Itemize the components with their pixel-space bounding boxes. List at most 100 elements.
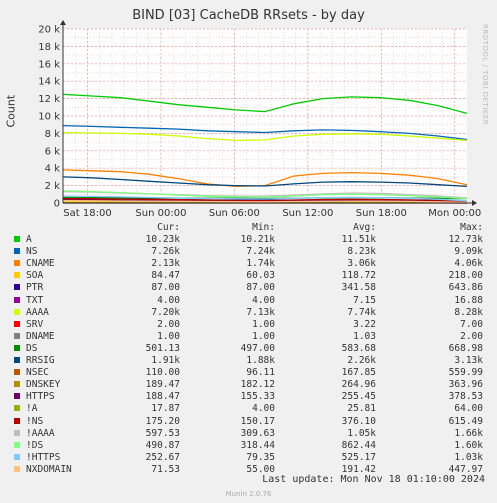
legend-row: !HTTPS 252.67 79.35 525.17 1.03k [0, 452, 497, 463]
legend-min-value: 155.33 [240, 391, 275, 403]
legend-min-value: 1.00 [252, 318, 275, 330]
legend-cur-value: 10.23k [145, 234, 180, 245]
legend-cur-value: 71.53 [151, 463, 180, 475]
legend-min-value: 1.74k [246, 258, 275, 270]
legend-cur-value: 501.13 [145, 342, 180, 354]
legend-swatch [14, 272, 20, 279]
legend-cur-value: 597.53 [145, 427, 180, 439]
legend-avg-value: 264.96 [341, 379, 376, 391]
legend-avg-value: 3.22 [353, 318, 376, 330]
y-tick-label: 6 k [45, 146, 61, 157]
legend-swatch [14, 260, 20, 267]
legend-cur-value: 87.00 [151, 282, 180, 294]
legend-series-name: TXT [26, 294, 44, 306]
y-tick-label: 8 k [45, 129, 61, 140]
legend-row: A 10.23k 10.21k 11.51k 12.73k [0, 234, 497, 245]
legend-min-value: 4.00 [252, 403, 275, 415]
legend-max-value: 668.98 [448, 342, 483, 354]
legend-avg-value: 11.51k [341, 234, 376, 245]
y-tick-label: 2 k [45, 181, 61, 192]
legend-min-value: 1.00 [252, 330, 275, 342]
legend-max-value: 4.06k [454, 258, 483, 270]
legend-swatch [14, 344, 20, 351]
legend-cur-value: 2.00 [157, 318, 180, 330]
legend-row: DS 501.13 497.00 583.68 668.98 [0, 343, 497, 354]
legend-max-value: 2.00 [460, 330, 483, 342]
y-axis-arrow [60, 20, 66, 25]
legend-avg-value: 118.72 [341, 270, 376, 282]
legend-min-value: 10.21k [240, 234, 275, 245]
legend-max-value: 559.99 [448, 367, 483, 379]
legend-avg-value: 8.23k [347, 246, 376, 258]
legend-series-name: DNSKEY [26, 379, 61, 391]
legend-avg-value: 583.68 [341, 342, 376, 354]
legend-avg-value: 7.74k [347, 306, 376, 318]
legend-min-value: 87.00 [246, 282, 275, 294]
plot-area: 0 2 k 4 k 6 k 8 k 10 k 12 k 14 k 16 k 18 k 20 k Sat… [38, 20, 481, 219]
legend-series-name: !AAAA [26, 427, 55, 439]
legend-row: PTR 87.00 87.00 341.58 643.86 [0, 282, 497, 293]
legend-max-value: 1.66k [454, 427, 483, 439]
legend-row: DNSKEY 189.47 182.12 264.96 363.96 [0, 379, 497, 390]
legend-swatch [14, 357, 20, 363]
legend-max-value: 363.96 [448, 379, 483, 391]
legend-swatch [14, 248, 20, 255]
legend-row: SOA 84.47 60.03 118.72 218.00 [0, 270, 497, 281]
legend-row: RRSIG 1.91k 1.88k 2.26k 3.13k [0, 355, 497, 366]
legend-avg-value: 341.58 [341, 282, 376, 294]
legend-series-name: RRSIG [26, 355, 55, 366]
legend-avg-value: 7.15 [353, 294, 376, 306]
y-tick-label: 0 [54, 199, 60, 210]
x-tick-label: Sun 06:00 [209, 208, 260, 219]
legend-swatch [14, 296, 20, 303]
legend-cur-value: 252.67 [145, 451, 180, 463]
legend-column-header: Avg: [353, 222, 376, 233]
legend-swatch [14, 332, 20, 339]
legend-series-name: !HTTPS [26, 451, 61, 463]
legend-row: !AAAA 597.53 309.63 1.05k 1.66k [0, 428, 497, 439]
legend-cur-value: 110.00 [145, 367, 180, 379]
legend-max-value: 7.00 [460, 318, 483, 330]
legend-series-name: PTR [26, 282, 44, 294]
legend-series-name: NS [26, 246, 38, 258]
legend-max-value: 218.00 [448, 270, 483, 282]
legend-swatch [14, 381, 20, 388]
legend-min-value: 7.24k [246, 246, 275, 258]
x-tick-label: Mon 00:00 [428, 208, 481, 219]
y-tick-label: 10 k [38, 112, 60, 123]
legend-series-name: CNAME [26, 258, 55, 270]
legend-avg-value: 525.17 [341, 451, 376, 463]
y-tick-label: 12 k [38, 94, 60, 105]
y-tick-label: 16 k [38, 59, 60, 70]
legend-cur-value: 2.13k [151, 258, 180, 270]
legend-cur-value: 175.20 [145, 415, 180, 427]
legend-series-name: DNAME [26, 330, 55, 342]
legend-series-name: A [26, 234, 32, 245]
legend-avg-value: 25.81 [347, 403, 376, 415]
y-tick-label: 14 k [38, 77, 60, 88]
legend-avg-value: 862.44 [341, 439, 376, 451]
legend-min-value: 4.00 [252, 294, 275, 306]
legend-max-value: 8.28k [454, 306, 483, 318]
legend-cur-value: 1.00 [157, 330, 180, 342]
legend-max-value: 643.86 [448, 282, 483, 294]
legend-row: DNAME 1.00 1.00 1.03 2.00 [0, 331, 497, 342]
legend-min-value: 7.13k [246, 306, 275, 318]
legend-cur-value: 189.47 [145, 379, 180, 391]
legend-swatch [14, 393, 20, 400]
legend-swatch [14, 284, 20, 291]
legend-column-header: Max: [460, 222, 483, 233]
legend-series-name: DS [26, 342, 38, 354]
legend-series-name: SOA [26, 270, 44, 282]
munin-graph: BIND [03] CacheDB RRsets - by day Count … [0, 0, 497, 503]
y-tick-label: 18 k [38, 42, 60, 53]
legend-row: NSEC 110.00 96.11 167.85 559.99 [0, 367, 497, 378]
legend-max-value: 64.00 [454, 403, 483, 415]
legend-cur-value: 7.26k [151, 246, 180, 258]
legend-swatch [14, 417, 20, 424]
legend-min-value: 1.88k [246, 355, 275, 366]
legend-series-name: AAAA [26, 306, 49, 318]
last-update: Last update: Mon Nov 18 01:10:00 2024 [262, 474, 485, 485]
legend-swatch [14, 441, 20, 448]
legend-max-value: 378.53 [448, 391, 483, 403]
